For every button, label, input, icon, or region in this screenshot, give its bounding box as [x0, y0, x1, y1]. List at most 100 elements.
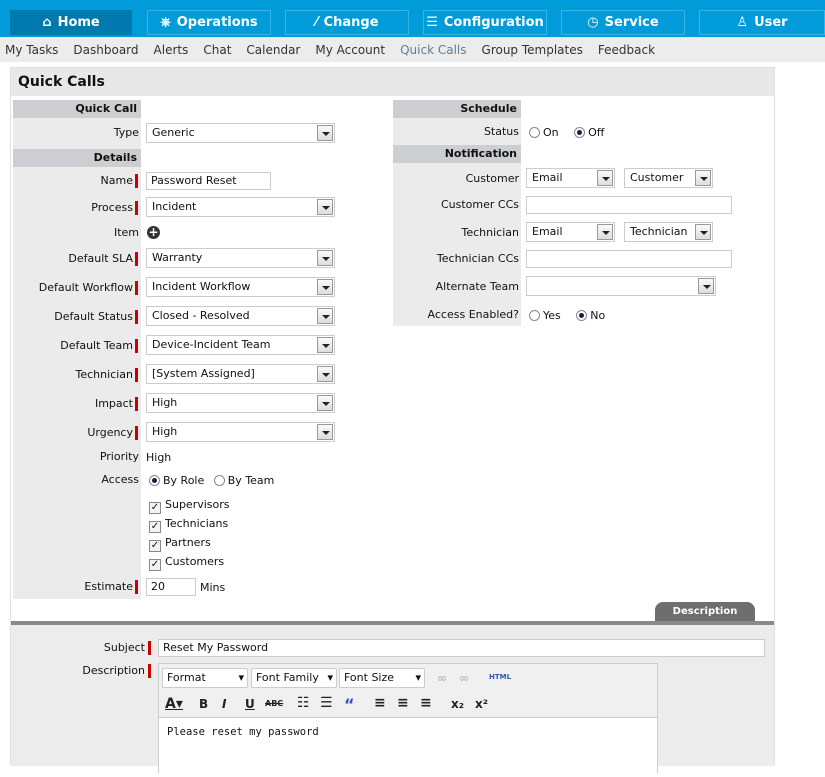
subnav-my-tasks[interactable]: My Tasks	[5, 43, 58, 57]
process-select[interactable]: Incident	[146, 197, 335, 217]
chevron-down-icon	[317, 366, 333, 382]
subnav-dashboard[interactable]: Dashboard	[73, 43, 138, 57]
status-select[interactable]: Closed - Resolved	[146, 306, 335, 326]
name-label: Name	[100, 174, 133, 187]
schedule-status-options: On Off	[529, 126, 604, 139]
sla-select[interactable]: Warranty	[146, 248, 335, 268]
align-left-icon[interactable]: ≡	[374, 695, 386, 711]
details-header: Details	[13, 149, 141, 167]
strikethrough-icon[interactable]: ABC	[265, 699, 283, 708]
subject-input[interactable]: Reset My Password	[158, 639, 765, 657]
technician-notify-label: Technician	[461, 226, 519, 239]
yes-radio[interactable]	[529, 310, 540, 321]
sub-nav: My Tasks Dashboard Alerts Chat Calendar …	[0, 37, 825, 62]
subnav-chat[interactable]: Chat	[203, 43, 231, 57]
by-team-radio[interactable]	[213, 475, 225, 486]
chevron-down-icon	[597, 224, 613, 240]
team-select[interactable]: Device-Incident Team	[146, 335, 335, 355]
subnav-my-account[interactable]: My Account	[315, 43, 385, 57]
process-label: Process	[91, 201, 133, 214]
underline-icon[interactable]: U	[245, 697, 255, 711]
tab-description[interactable]: Description	[655, 602, 755, 621]
quick-call-header: Quick Call	[13, 100, 141, 118]
nav-configuration[interactable]: ☰ Configuration	[423, 10, 547, 35]
blockquote-icon[interactable]: “	[344, 695, 355, 714]
subnav-quick-calls[interactable]: Quick Calls	[400, 43, 466, 57]
type-select[interactable]: Generic	[146, 123, 335, 143]
by-role-radio[interactable]	[149, 475, 160, 486]
align-right-icon[interactable]: ≡	[420, 695, 432, 711]
required-marker	[135, 201, 138, 215]
bold-icon[interactable]: B	[199, 697, 208, 711]
technician-ccs-input[interactable]	[526, 250, 732, 268]
required-marker	[148, 664, 151, 678]
editor-body[interactable]: Please reset my password	[159, 717, 657, 777]
urgency-label: Urgency	[87, 426, 133, 439]
font-size-dropdown[interactable]: Font Size ▾	[339, 668, 425, 688]
alternate-team-select[interactable]	[526, 276, 716, 296]
supervisors-checkbox[interactable]: ✓ Supervisors	[149, 498, 230, 514]
chevron-down-icon	[317, 395, 333, 411]
nav-service[interactable]: ◷ Service	[561, 10, 685, 35]
customers-checkbox[interactable]: ✓ Customers	[149, 555, 224, 571]
impact-label: Impact	[94, 397, 133, 410]
font-family-dropdown[interactable]: Font Family ▾	[251, 668, 337, 688]
chevron-down-icon	[317, 424, 333, 440]
customer-ccs-input[interactable]	[526, 196, 732, 214]
technician-method-select[interactable]: Email	[526, 222, 615, 242]
access-enabled-label: Access Enabled?	[427, 308, 519, 321]
subnav-feedback[interactable]: Feedback	[598, 43, 655, 57]
description-label: Description	[82, 664, 145, 677]
align-center-icon[interactable]: ≡	[397, 695, 409, 711]
link-icon[interactable]: ∞	[437, 671, 447, 685]
customer-method-select[interactable]: Email	[526, 168, 615, 188]
nav-change[interactable]: ⁄ Change	[285, 10, 409, 35]
no-radio[interactable]	[576, 310, 588, 321]
impact-select[interactable]: High	[146, 393, 335, 413]
numbered-list-icon[interactable]: ☰	[320, 695, 333, 711]
urgency-select[interactable]: High	[146, 422, 335, 442]
bullet-list-icon[interactable]: ☷	[297, 695, 310, 711]
required-marker	[135, 281, 138, 295]
italic-icon[interactable]: I	[222, 697, 226, 711]
required-marker	[135, 339, 138, 353]
estimate-input[interactable]: 20	[146, 578, 196, 596]
chevron-down-icon: ▾	[238, 671, 244, 684]
chevron-down-icon	[597, 170, 613, 186]
rich-text-editor: Format ▾ Font Family ▾ Font Size ▾ ∞ ∞ HTML…	[158, 663, 658, 777]
nav-home[interactable]: ⌂ Home	[10, 10, 132, 35]
text-color-icon[interactable]: A▾	[165, 696, 183, 712]
customer-recipient-select[interactable]: Customer	[624, 168, 713, 188]
subnav-calendar[interactable]: Calendar	[246, 43, 300, 57]
nav-user[interactable]: ♙ User	[699, 10, 825, 35]
technicians-checkbox[interactable]: ✓ Technicians	[149, 517, 228, 533]
technician-recipient-select[interactable]: Technician	[624, 222, 713, 242]
name-input[interactable]: Password Reset	[146, 172, 271, 190]
type-label: Type	[113, 126, 139, 139]
mins-label: Mins	[200, 581, 226, 594]
unlink-icon[interactable]: ∞	[459, 671, 469, 685]
subscript-icon[interactable]: x₂	[451, 697, 464, 711]
access-options: By Role By Team	[149, 474, 274, 487]
top-nav: ⌂ Home ⎈ Operations ⁄ Change ☰ Configuration…	[0, 0, 825, 37]
subnav-alerts[interactable]: Alerts	[154, 43, 189, 57]
on-radio[interactable]	[529, 127, 540, 138]
workflow-select[interactable]: Incident Workflow	[146, 277, 335, 297]
off-radio[interactable]	[574, 127, 586, 138]
access-enabled-options: Yes No	[529, 309, 605, 322]
format-dropdown[interactable]: Format ▾	[162, 668, 248, 688]
chevron-down-icon	[698, 278, 714, 294]
technician-ccs-label: Technician CCs	[436, 252, 519, 265]
estimate-label: Estimate	[84, 580, 133, 593]
html-button[interactable]: HTML	[489, 673, 511, 681]
nav-operations[interactable]: ⎈ Operations	[147, 10, 271, 35]
page-title: Quick Calls	[11, 68, 774, 96]
chevron-down-icon	[695, 224, 711, 240]
technician-select[interactable]: [System Assigned]	[146, 364, 335, 384]
subject-label: Subject	[103, 641, 145, 654]
superscript-icon[interactable]: x²	[475, 697, 488, 711]
add-item-icon[interactable]: +	[147, 226, 160, 239]
required-marker	[135, 397, 138, 411]
partners-checkbox[interactable]: ✓ Partners	[149, 536, 211, 552]
subnav-group-templates[interactable]: Group Templates	[482, 43, 583, 57]
